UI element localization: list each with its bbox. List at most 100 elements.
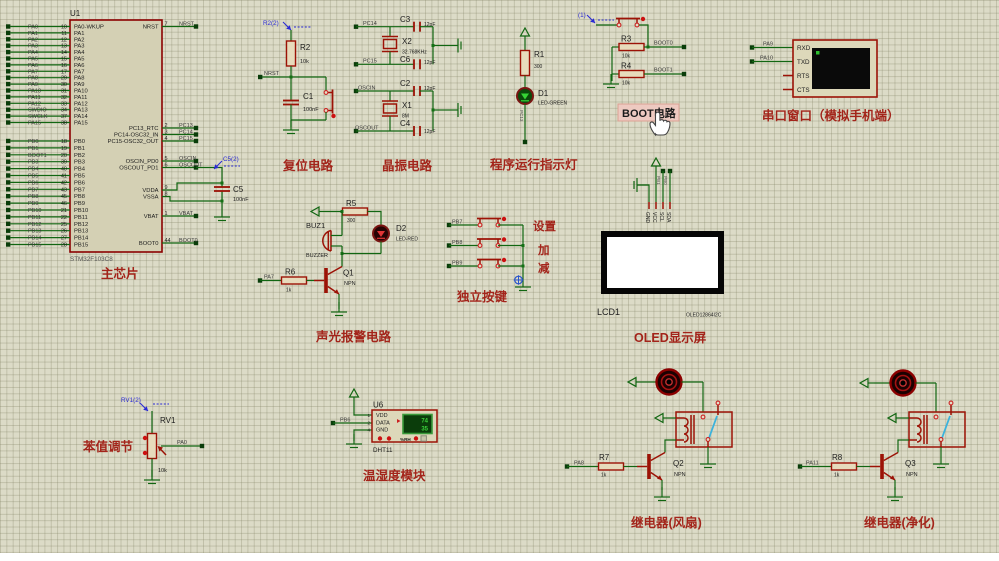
terminal-screen[interactable] [812,48,870,89]
r4-ref: R4 [621,62,632,71]
dht-caption: 温湿度模块 [363,468,426,483]
main-chip[interactable]: U1 STM32F103C8 主芯片 PA0 10 PA0-WKUPPA1 11 PA1… [6,9,249,281]
terminal [6,221,11,226]
chip-pin-number: 11 [61,31,67,37]
relay-purifier[interactable] [908,400,966,448]
button-actuator-dot[interactable] [331,113,336,119]
chip-pin-net: PB1 [28,146,38,152]
chip-pin-number: 34 [61,108,67,114]
purifier-motor[interactable] [889,369,917,397]
dht-button[interactable] [420,435,427,442]
chip-pin-name: PA4 [74,50,85,56]
button-actuator-dot[interactable] [501,216,507,222]
transistor-q2[interactable] [636,451,666,481]
relay-purifier-caption: 继电器(净化) [864,515,935,530]
terminal [6,62,11,68]
resistor-r2[interactable] [285,40,297,67]
terminal [6,49,11,55]
pin-rts: RTS [797,73,809,80]
ground-icon [330,301,348,317]
chip-pin-name: PB9 [74,201,85,207]
probe-arrow-icon [586,14,596,24]
c6-ref: C6 [400,55,411,64]
pin-rxd: RXD [797,45,811,52]
ground-icon [932,453,950,469]
key-button-plus[interactable] [476,238,502,249]
button-actuator-dot[interactable] [501,257,507,263]
button-actuator-dot[interactable] [501,237,507,242]
terminal [193,125,199,131]
button-actuator-dot[interactable] [640,16,646,22]
key-label-plus: 加 [537,243,550,257]
dht11-part: DHT11 [373,447,393,454]
resistor-r3[interactable] [618,42,645,52]
terminal [6,235,11,240]
chip-pin-name: VDDA [142,188,158,194]
capacitor-c2[interactable] [413,85,421,97]
terminal [6,37,11,42]
resistor-r7[interactable] [597,462,625,471]
pin-cts: CTS [797,87,810,94]
crystal-x2[interactable] [381,35,399,53]
buz1-ref: BUZ1 [306,221,325,230]
capacitor-c4[interactable] [413,125,421,137]
boot-caption[interactable]: BOOT电路 [622,106,677,120]
chip-pin-name: PA5 [74,57,85,63]
led-d2[interactable] [372,224,390,243]
boot-circuit: (1) R3 10k BOOT0 R4 10k BOOT1 BOOT电路 [578,12,687,122]
reset-button[interactable] [323,88,334,115]
chip-pin-number: 25 [61,222,67,228]
resistor-r6[interactable] [280,276,308,285]
net-oscout: OSCOUT [355,126,379,132]
ground-icon [282,119,300,135]
oled-screen[interactable] [607,237,718,288]
resistor-r8[interactable] [830,462,858,471]
terminal [6,88,11,93]
relay-fan[interactable] [675,400,733,448]
resistor-r1[interactable] [519,49,531,77]
crystal-x1[interactable] [381,100,399,117]
fan-motor[interactable] [655,368,683,396]
chip-pin-net: PB12 [28,222,41,228]
q1-value: NPN [344,281,356,287]
transistor-q1[interactable] [313,265,343,295]
chip-pin-number: 27 [61,236,67,242]
chip-pin-name: PB4 [74,167,86,173]
resistor-r5[interactable] [341,207,369,216]
keys-caption: 独立按键 [456,289,508,304]
transistor-q3[interactable] [869,451,899,481]
pin-data: DATA [376,421,390,427]
chip-pin-number: 37 [61,114,67,120]
chip-pin-number: 13 [61,44,67,50]
chip-pin-number: 14 [61,50,67,56]
chip-pin-net: PB11 [28,215,41,221]
serial-terminal[interactable]: PA9 PA10 RXD TXD RTS CTS 串口窗口（模拟手机端） [749,39,900,123]
capacitor-c1[interactable] [282,99,300,106]
pot-caption: 苯值调节 [82,439,134,454]
net-pb6: PB6 [340,418,350,424]
rv1-ref: RV1 [160,416,176,425]
chip-pin-name: PA3 [74,44,85,50]
r1-value: 300 [534,64,543,70]
pin-num-4: 4 [367,428,370,433]
chip-pin-net: PA4 [28,50,38,56]
boot-button[interactable] [615,17,641,28]
chip-pin-net: SWCLK [28,114,48,120]
capacitor-c6[interactable] [413,58,421,71]
led-d1[interactable] [516,87,534,105]
chip-pin-number: 46 [61,201,67,207]
capacitor-c5[interactable] [213,186,231,192]
key-button-minus[interactable] [476,258,502,269]
potentiometer-rv1[interactable] [146,432,158,460]
terminal [6,152,11,157]
chip-pin-name: PB2 [74,153,85,159]
key-button-set[interactable] [476,217,502,228]
q3-value: NPN [906,472,918,478]
chip-pin-name: PB13 [74,229,88,235]
net-pb7: PB7 [452,220,462,226]
resistor-r4[interactable] [618,69,645,79]
capacitor-c3[interactable] [413,20,421,33]
r3-value: 10k [622,54,631,60]
chip-pin-net: PB0 [28,139,38,145]
chip-pin-name: PA1 [74,31,85,37]
